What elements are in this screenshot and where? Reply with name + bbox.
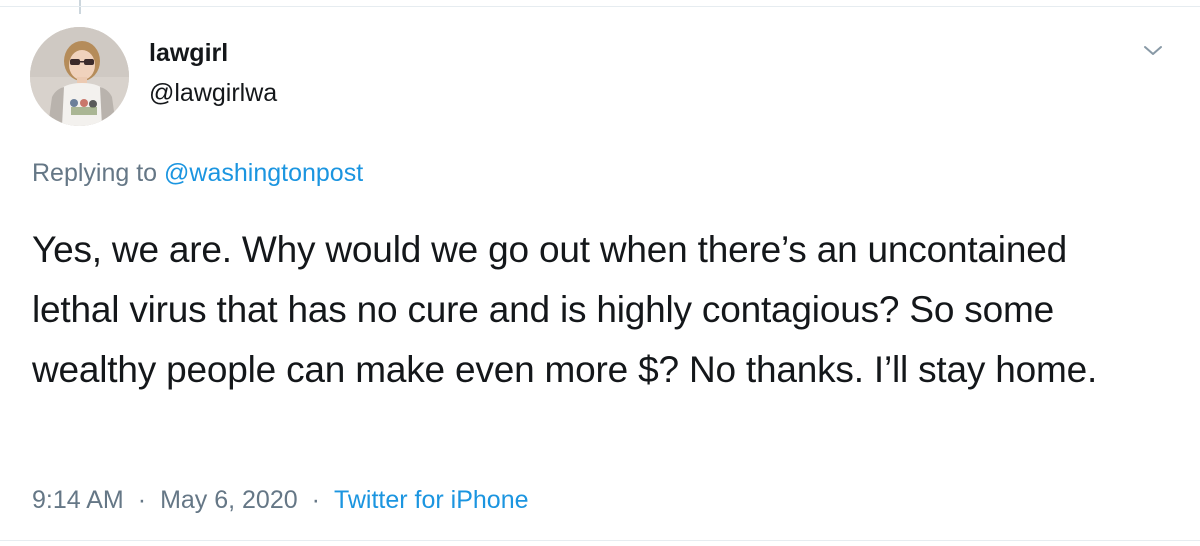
replying-to-link[interactable]: @washingtonpost [164,159,363,187]
top-divider [0,6,1200,7]
author-names: lawgirl @lawgirlwa [149,38,277,108]
avatar-photo-icon [30,27,129,126]
bottom-divider [0,540,1200,541]
tweet-date[interactable]: May 6, 2020 [160,486,298,514]
author-handle[interactable]: @lawgirlwa [149,78,277,108]
meta-separator: · [137,486,147,514]
tweet-card: lawgirl @lawgirlwa Replying to @washingt… [0,0,1200,546]
meta-separator: · [311,486,320,514]
author-display-name[interactable]: lawgirl [149,38,277,68]
thread-line [79,0,81,14]
tweet-source-link[interactable]: Twitter for iPhone [334,486,529,514]
tweet-meta: 9:14 AM · May 6, 2020 · Twitter for iPhone [32,484,529,516]
tweet-text: Yes, we are. Why would we go out when th… [32,229,1098,390]
replying-to: Replying to @washingtonpost [32,157,363,189]
avatar[interactable] [30,27,129,126]
tweet-menu-button[interactable] [1140,38,1166,64]
tweet-time[interactable]: 9:14 AM [32,486,124,514]
replying-prefix: Replying to [32,159,158,187]
chevron-down-icon [1144,46,1162,55]
